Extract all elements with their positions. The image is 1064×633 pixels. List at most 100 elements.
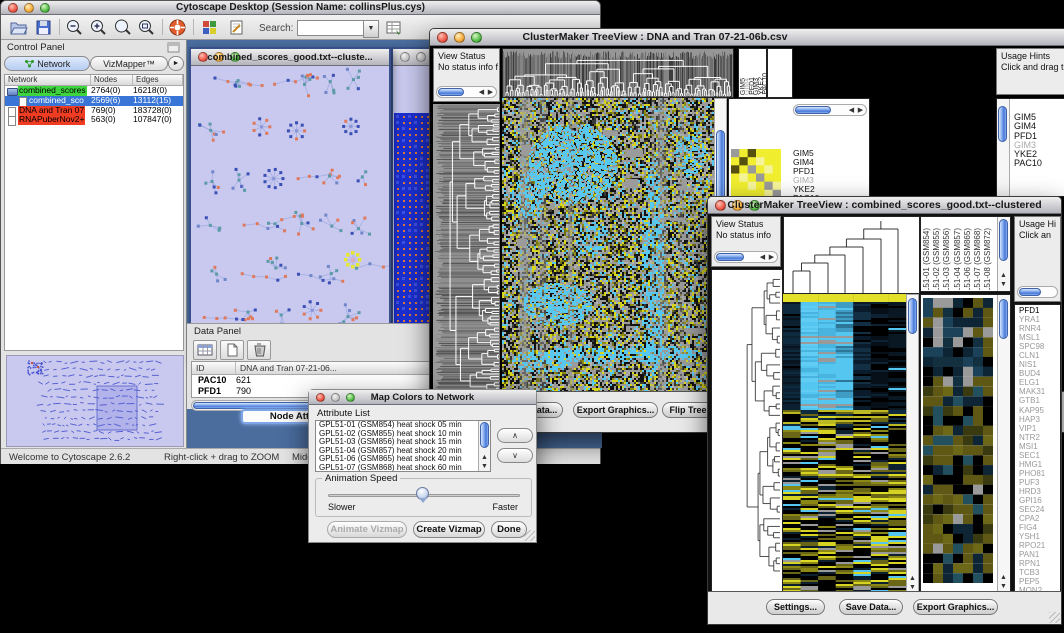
gene-label: FIG4 [1019, 523, 1045, 532]
network-graph-canvas[interactable] [191, 66, 389, 360]
gene-label: PFD1 [1014, 132, 1042, 141]
col-id[interactable]: ID [192, 362, 236, 374]
scroll-thumb[interactable] [908, 298, 917, 334]
scroll-thumb[interactable] [999, 219, 1008, 261]
tv1-column-dendrogram[interactable] [502, 48, 734, 98]
minimize-icon[interactable] [214, 52, 224, 62]
vizmapper-icon[interactable] [200, 18, 219, 37]
minimize-icon[interactable] [416, 52, 426, 62]
zoom-in-icon[interactable] [89, 18, 108, 37]
network-name: combined_scores [18, 86, 87, 96]
tv1-zoom-heatmap[interactable] [731, 149, 781, 198]
zoom-out-icon[interactable] [65, 18, 84, 37]
scroll-thumb[interactable] [438, 88, 464, 96]
zoom-window-icon[interactable] [346, 393, 355, 402]
gene-label: GTB1 [1019, 396, 1045, 405]
save-icon[interactable] [34, 18, 53, 37]
scroll-thumb[interactable] [998, 106, 1007, 142]
new-attribute-icon[interactable] [220, 340, 244, 360]
gene-label: GIM4 [793, 158, 819, 167]
dialog-titlebar[interactable]: Map Colors to Network [309, 390, 536, 405]
view-status-hscrollbar[interactable]: ◀▶ [436, 86, 497, 98]
open-folder-icon[interactable] [9, 18, 28, 37]
resize-grip[interactable] [1049, 612, 1060, 623]
scroll-thumb[interactable] [480, 422, 489, 448]
tv2-heatmap-vscrollbar[interactable]: ▲▼ [906, 294, 919, 594]
animate-vizmap-button[interactable]: Animate Vizmap [327, 521, 407, 538]
zoom-window-icon[interactable] [749, 200, 760, 211]
scroll-thumb[interactable] [716, 253, 744, 261]
birdseye-canvas[interactable] [7, 356, 181, 444]
import-attributes-icon[interactable] [384, 18, 403, 37]
tv2-heatmap[interactable] [783, 294, 906, 594]
col-network[interactable]: Network [5, 75, 91, 85]
save-data-button[interactable]: Save Data... [839, 599, 903, 615]
tv2-zoom-vscrollbar[interactable]: ▲▼ [997, 295, 1010, 593]
gene-label: ELG1 [1019, 378, 1045, 387]
attribute-list[interactable]: GPL51-01 (GSM854) heat shock 05 minGPL51… [315, 420, 491, 472]
close-icon[interactable] [198, 52, 208, 62]
resize-grip[interactable] [524, 530, 535, 541]
export-graphics-button[interactable]: Export Graphics... [913, 599, 998, 615]
float-panel-icon[interactable] [167, 42, 180, 53]
attribute-table-icon[interactable] [193, 340, 217, 360]
usage-hints-hscrollbar[interactable] [1017, 286, 1058, 298]
scroll-thumb[interactable] [1019, 288, 1041, 296]
tv1-heatmap[interactable] [502, 98, 714, 394]
speed-slider-thumb[interactable] [416, 487, 429, 500]
zoom-window-icon[interactable] [471, 32, 482, 43]
treeview2-titlebar[interactable]: ClusterMaker TreeView : combined_scores_… [708, 197, 1061, 214]
tab-network[interactable]: Network [4, 56, 90, 71]
search-input[interactable] [297, 20, 365, 36]
close-icon[interactable] [437, 32, 448, 43]
tv2-row-dendrogram[interactable] [711, 269, 783, 596]
minimize-icon[interactable] [331, 393, 340, 402]
main-titlebar[interactable]: Cytoscape Desktop (Session Name: collins… [1, 1, 600, 15]
export-graphics-button[interactable]: Export Graphics... [573, 402, 658, 418]
tv1-gene-vscrollbar[interactable] [997, 99, 1010, 196]
tab-overflow-button[interactable]: ► [168, 56, 184, 71]
close-icon[interactable] [400, 52, 410, 62]
zoom-fit-icon[interactable] [137, 18, 156, 37]
tv2-column-dendrogram[interactable] [783, 216, 920, 294]
tv1-row-dendrogram[interactable] [433, 104, 500, 394]
close-icon[interactable] [715, 200, 726, 211]
scroll-thumb[interactable] [795, 106, 831, 114]
treeview1-titlebar[interactable]: ClusterMaker TreeView : DNA and Tran 07-… [430, 29, 1064, 46]
scroll-thumb[interactable] [999, 299, 1008, 339]
tab-vizmapper[interactable]: VizMapper™ [90, 56, 168, 71]
col-edges[interactable]: Edges [133, 75, 183, 85]
view-status-hscrollbar[interactable]: ◀▶ [714, 251, 778, 263]
annotation-icon[interactable] [227, 18, 246, 37]
network-icon [24, 59, 35, 68]
help-ring-icon[interactable] [168, 18, 187, 37]
move-up-button[interactable]: ∧ [497, 428, 533, 443]
gene-label: GPI16 [1019, 496, 1045, 505]
birdseye-view[interactable] [6, 355, 184, 447]
network-table-row[interactable]: RNAPuberNov2+563(0)107847(0) [5, 115, 183, 125]
tv1-zoom-hscrollbar[interactable]: ◀▶ [793, 104, 867, 116]
search-dropdown-icon[interactable]: ▼ [363, 20, 379, 38]
tv2-zoom-heatmap[interactable] [923, 298, 993, 583]
close-icon[interactable] [8, 3, 18, 13]
minimize-icon[interactable] [454, 32, 465, 43]
zoom-selected-icon[interactable] [113, 18, 132, 37]
network-nodes: 563(0) [91, 115, 116, 125]
control-panel-title: Control Panel [7, 42, 65, 53]
delete-attribute-icon[interactable] [247, 340, 271, 360]
done-button[interactable]: Done [491, 521, 527, 538]
zoom-window-icon[interactable] [40, 3, 50, 13]
tv2-column-vscrollbar[interactable]: ▲▼ [997, 217, 1010, 291]
move-down-button[interactable]: ∨ [497, 448, 533, 463]
settings-button[interactable]: Settings... [766, 599, 825, 615]
attribute-item[interactable]: GPL51-07 (GSM868) heat shock 60 min [316, 464, 490, 472]
minimize-icon[interactable] [732, 200, 743, 211]
tv2-gene-label-panel: PFD1YRA1RNR4MSL1SPC98CLN1NIS1BUD4ELG1MAK… [1014, 304, 1061, 594]
network-view-titlebar[interactable]: combined_scores_good.txt--cluste... [191, 49, 389, 66]
close-icon[interactable] [316, 393, 325, 402]
minimize-icon[interactable] [24, 3, 34, 13]
col-nodes[interactable]: Nodes [91, 75, 133, 85]
attribute-list-vscrollbar[interactable]: ▲▼ [478, 421, 490, 471]
create-vizmap-button[interactable]: Create Vizmap [413, 521, 485, 538]
zoom-window-icon[interactable] [230, 52, 240, 62]
